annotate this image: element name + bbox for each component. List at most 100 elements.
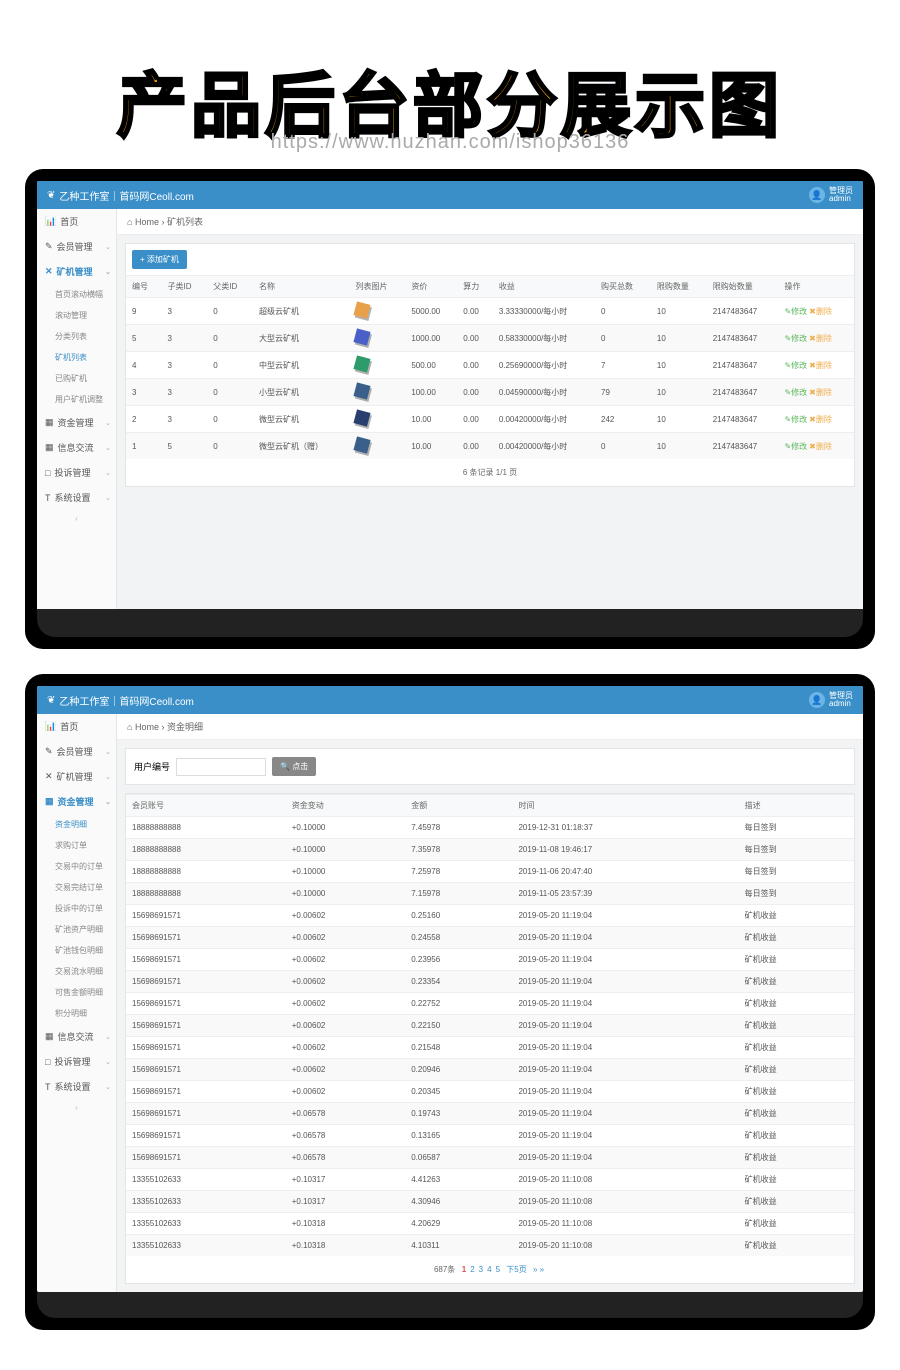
sidebar-sub-item[interactable]: 用户矿机调整 [37, 389, 116, 410]
table-row: 13355102633+0.103174.412632019-05-20 11:… [126, 1169, 854, 1191]
column-header: 收益 [493, 276, 595, 298]
delete-button[interactable]: ✖删除 [809, 442, 832, 451]
delete-button[interactable]: ✖删除 [809, 388, 832, 397]
sidebar-item[interactable]: ✎会员管理⌄ [37, 739, 116, 764]
collapse-button[interactable]: ‹ [37, 1099, 116, 1116]
menu-icon: ✎ [45, 241, 53, 252]
home-icon[interactable]: ⌂ [127, 217, 132, 227]
sidebar-sub-item[interactable]: 资金明细 [37, 814, 116, 835]
sidebar-item[interactable]: T系统设置⌄ [37, 1074, 116, 1099]
sidebar-sub-item[interactable]: 积分明细 [37, 1003, 116, 1024]
sidebar-sub-item[interactable]: 交易完结订单 [37, 877, 116, 898]
breadcrumb: ⌂ Home › 矿机列表 [117, 209, 863, 235]
table-row: 15698691571+0.006020.251602019-05-20 11:… [126, 905, 854, 927]
table-row: 15698691571+0.065780.197432019-05-20 11:… [126, 1103, 854, 1125]
sidebar-item[interactable]: 📊首页 [37, 714, 116, 739]
menu-icon: ▦ [45, 442, 54, 453]
table-row: 15698691571+0.006020.227522019-05-20 11:… [126, 993, 854, 1015]
sidebar-sub-item[interactable]: 矿池钱包明细 [37, 940, 116, 961]
sidebar-item[interactable]: ▦资金管理⌄ [37, 789, 116, 814]
collapse-button[interactable]: ‹ [37, 510, 116, 527]
sidebar-sub-item[interactable]: 可售金额明细 [37, 982, 116, 1003]
column-header: 列表图片 [349, 276, 405, 298]
delete-button[interactable]: ✖删除 [809, 307, 832, 316]
page-number[interactable]: 1 [462, 1265, 466, 1274]
edit-button[interactable]: ✎修改 [784, 361, 807, 370]
next-pages[interactable]: 下5页 [506, 1265, 526, 1274]
sidebar-sub-item[interactable]: 滚动管理 [37, 305, 116, 326]
search-button[interactable]: 🔍 点击 [272, 757, 316, 776]
table-row: 13355102633+0.103184.206292019-05-20 11:… [126, 1213, 854, 1235]
menu-icon: 📊 [45, 216, 56, 227]
avatar-icon[interactable]: 👤 [809, 692, 825, 708]
avatar-icon[interactable]: 👤 [809, 187, 825, 203]
sidebar-sub-item[interactable]: 求购订单 [37, 835, 116, 856]
admin-info[interactable]: 管理员admin [829, 187, 853, 203]
sidebar-item[interactable]: ✎会员管理⌄ [37, 234, 116, 259]
table-row: 18888888888+0.100007.159782019-11-05 23:… [126, 883, 854, 905]
edit-button[interactable]: ✎修改 [784, 415, 807, 424]
column-header: 限购始数量 [707, 276, 779, 298]
user-id-input[interactable] [176, 758, 266, 776]
delete-button[interactable]: ✖删除 [809, 415, 832, 424]
sidebar: 📊首页✎会员管理⌄✕矿机管理⌄▦资金管理⌄资金明细求购订单交易中的订单交易完结订… [37, 714, 117, 1292]
edit-button[interactable]: ✎修改 [784, 442, 807, 451]
last-page[interactable]: » » [533, 1265, 544, 1274]
sidebar-sub-item[interactable]: 已购矿机 [37, 368, 116, 389]
edit-button[interactable]: ✎修改 [784, 388, 807, 397]
column-header: 编号 [126, 276, 162, 298]
pagination: 687条 12345 下5页 » » [126, 1256, 854, 1283]
admin-info[interactable]: 管理员admin [829, 692, 853, 708]
miner-table: 编号子类ID父类ID名称列表图片资价算力收益购买总数限购数量限购始数量操作 93… [126, 275, 854, 459]
sidebar-item[interactable]: 📊首页 [37, 209, 116, 234]
add-miner-button[interactable]: + 添加矿机 [132, 250, 187, 269]
leaf-icon: ❦ [47, 695, 55, 706]
sidebar-sub-item[interactable]: 交易中的订单 [37, 856, 116, 877]
monitor-frame-1: ❦ 乙种工作室｜首码网Ceoll.com 👤 管理员admin 📊首页✎会员管理… [25, 169, 875, 649]
sidebar-item[interactable]: ▦信息交流⌄ [37, 1024, 116, 1049]
edit-button[interactable]: ✎修改 [784, 307, 807, 316]
sidebar-sub-item[interactable]: 矿池资产明细 [37, 919, 116, 940]
sidebar-item[interactable]: ✕矿机管理⌄ [37, 259, 116, 284]
menu-icon: T [45, 493, 51, 503]
chevron-down-icon: ⌄ [105, 494, 111, 502]
sidebar-sub-item[interactable]: 分类列表 [37, 326, 116, 347]
table-row: 150微型云矿机（赠）10.000.000.00420000/每小时010214… [126, 433, 854, 460]
sidebar-item[interactable]: □投诉管理⌄ [37, 1049, 116, 1074]
page-total: 687条 [434, 1265, 455, 1274]
delete-button[interactable]: ✖删除 [809, 361, 832, 370]
chevron-down-icon: ⌄ [105, 419, 111, 427]
table-row: 930超级云矿机5000.000.003.33330000/每小时0102147… [126, 298, 854, 325]
chevron-down-icon: ⌄ [105, 268, 111, 276]
monitor-frame-2: ❦ 乙种工作室｜首码网Ceoll.com 👤 管理员admin 📊首页✎会员管理… [25, 674, 875, 1330]
table-row: 15698691571+0.006020.203452019-05-20 11:… [126, 1081, 854, 1103]
chevron-down-icon: ⌄ [105, 1083, 111, 1091]
page-number[interactable]: 2 [470, 1265, 474, 1274]
page-number[interactable]: 4 [487, 1265, 491, 1274]
home-icon[interactable]: ⌂ [127, 722, 132, 732]
menu-icon: ▦ [45, 417, 54, 428]
chevron-down-icon: ⌄ [105, 243, 111, 251]
sidebar-sub-item[interactable]: 投诉中的订单 [37, 898, 116, 919]
table-row: 18888888888+0.100007.459782019-12-31 01:… [126, 817, 854, 839]
delete-button[interactable]: ✖删除 [809, 334, 832, 343]
page-number[interactable]: 3 [479, 1265, 483, 1274]
edit-button[interactable]: ✎修改 [784, 334, 807, 343]
column-header: 限购数量 [651, 276, 707, 298]
sidebar-item[interactable]: T系统设置⌄ [37, 485, 116, 510]
column-header: 时间 [512, 795, 738, 817]
chevron-down-icon: ⌄ [105, 444, 111, 452]
sidebar-item[interactable]: ✕矿机管理⌄ [37, 764, 116, 789]
sidebar-item[interactable]: ▦信息交流⌄ [37, 435, 116, 460]
chevron-down-icon: ⌄ [105, 469, 111, 477]
brand-title: 乙种工作室｜首码网Ceoll.com [59, 188, 193, 203]
table-row: 18888888888+0.100007.359782019-11-08 19:… [126, 839, 854, 861]
topbar: ❦ 乙种工作室｜首码网Ceoll.com 👤 管理员admin [37, 181, 863, 209]
menu-icon: ✎ [45, 746, 53, 757]
sidebar-item[interactable]: ▦资金管理⌄ [37, 410, 116, 435]
page-number[interactable]: 5 [496, 1265, 500, 1274]
sidebar-sub-item[interactable]: 矿机列表 [37, 347, 116, 368]
sidebar-sub-item[interactable]: 交易流水明细 [37, 961, 116, 982]
sidebar-sub-item[interactable]: 首页滚动横幅 [37, 284, 116, 305]
sidebar-item[interactable]: □投诉管理⌄ [37, 460, 116, 485]
